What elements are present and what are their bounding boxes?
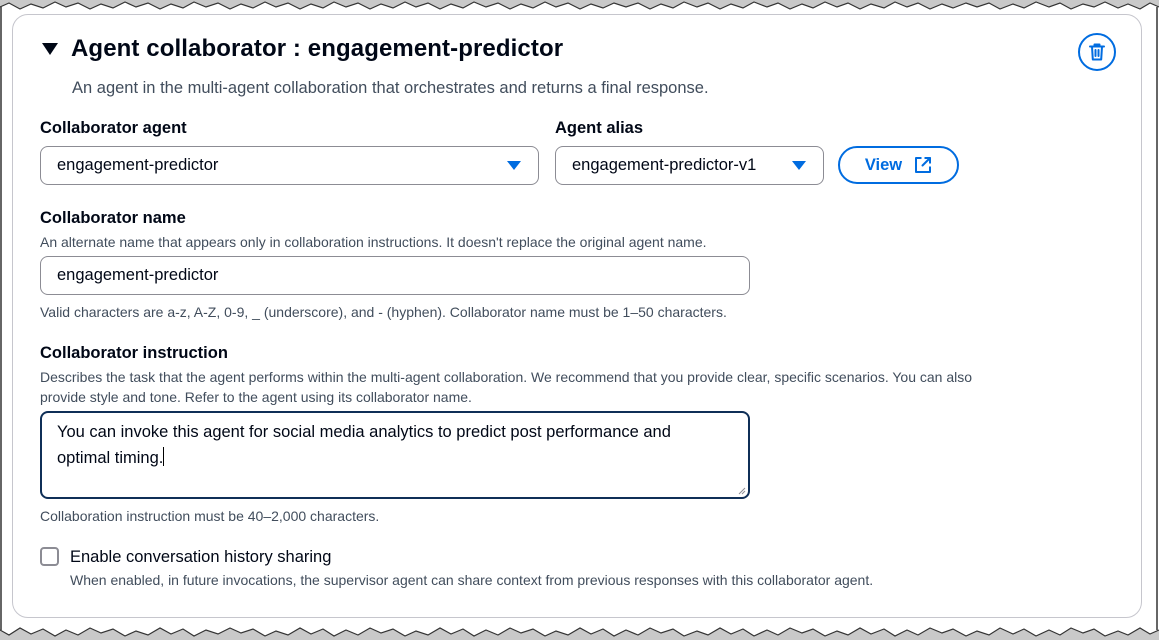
agent-alias-select[interactable]: engagement-predictor-v1 [555,146,824,185]
collaborator-name-description: An alternate name that appears only in c… [40,234,707,250]
view-button-label: View [864,155,903,174]
collaborator-instruction-constraint: Collaboration instruction must be 40–2,0… [40,508,380,524]
collaborator-name-value: engagement-predictor [57,266,219,284]
collaborator-instruction-label: Collaborator instruction [40,344,228,362]
collaborator-instruction-description-line1: Describes the task that the agent perfor… [40,369,973,385]
text-cursor [163,447,165,466]
delete-collaborator-button[interactable] [1078,33,1116,71]
collaborator-name-constraint: Valid characters are a-z, A-Z, 0-9, _ (u… [40,304,727,320]
instruction-text-line2: optimal timing. [57,449,164,467]
caret-down-icon[interactable] [42,43,58,55]
triangle-down-icon [792,161,806,170]
collaborator-panel: Agent collaborator : engagement-predicto… [12,14,1142,618]
panel-title: Agent collaborator : engagement-predicto… [71,35,564,62]
resize-handle-icon[interactable] [738,487,746,495]
collaborator-agent-select[interactable]: engagement-predictor [40,146,539,185]
view-alias-button[interactable]: View [838,146,959,184]
collaborator-name-input[interactable]: engagement-predictor [40,256,750,295]
agent-alias-value: engagement-predictor-v1 [572,156,757,174]
instruction-text-line1: You can invoke this agent for social med… [57,423,671,441]
collaborator-agent-value: engagement-predictor [57,156,219,174]
history-sharing-label[interactable]: Enable conversation history sharing [70,548,331,567]
external-link-icon [915,157,932,173]
collaborator-instruction-textarea[interactable]: You can invoke this agent for social med… [40,411,750,499]
trash-icon [1089,43,1105,61]
panel-subtitle: An agent in the multi-agent collaboratio… [72,79,709,97]
collaborator-name-label: Collaborator name [40,209,186,227]
agent-alias-label: Agent alias [555,119,644,137]
triangle-down-icon [507,161,521,170]
collaborator-instruction-description-line2: provide style and tone. Refer to the age… [40,389,472,405]
history-sharing-description: When enabled, in future invocations, the… [70,572,874,588]
history-sharing-checkbox[interactable] [40,547,59,566]
collaborator-agent-label: Collaborator agent [40,119,187,137]
